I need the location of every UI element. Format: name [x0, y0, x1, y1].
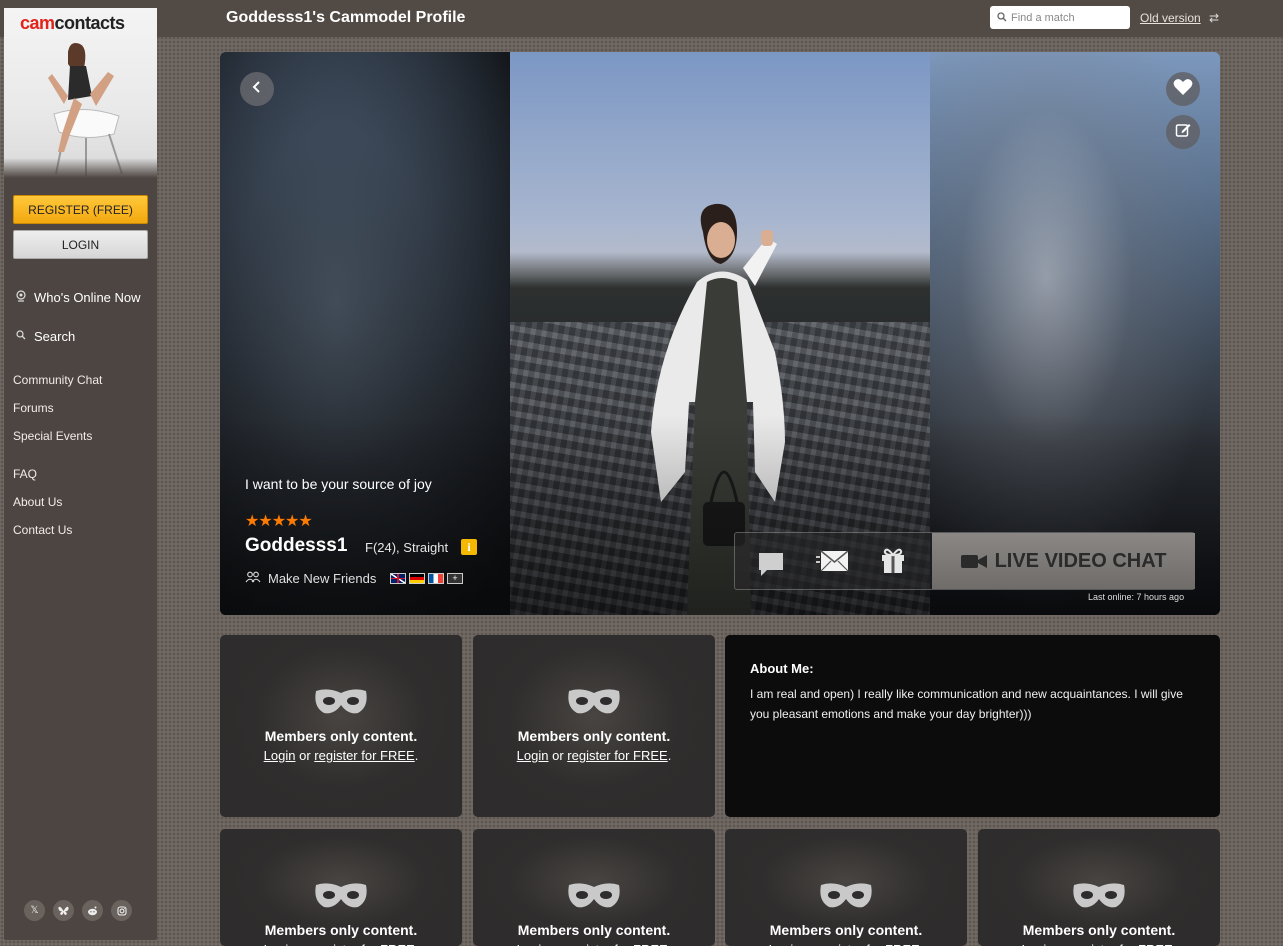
search-icon	[997, 9, 1007, 27]
register-link[interactable]: register for FREE	[819, 942, 919, 946]
old-version-link[interactable]: Old version	[1140, 11, 1201, 25]
nav-whos-online[interactable]: Who's Online Now	[16, 290, 141, 305]
sidebar: camcontacts REGISTER (FREE) LOGIN Who's …	[4, 8, 157, 940]
nav-search[interactable]: Search	[16, 329, 75, 344]
live-video-chat-label: LIVE VIDEO CHAT	[994, 549, 1167, 572]
people-icon	[245, 571, 261, 586]
nav-contact-us[interactable]: Contact Us	[13, 523, 72, 537]
login-button[interactable]: LOGIN	[13, 230, 148, 259]
top-header: Goddesss1's Cammodel Profile Old version…	[0, 0, 1283, 37]
edit-note-icon	[1175, 122, 1191, 143]
mask-icon	[819, 881, 873, 914]
profile-tagline: I want to be your source of joy	[245, 476, 432, 492]
members-only-title: Members only content.	[769, 922, 923, 938]
x-icon[interactable]: 𝕏	[24, 900, 45, 921]
members-only-card: Members only content. Login or register …	[725, 829, 967, 946]
looking-for: Make New Friends	[245, 571, 376, 586]
login-link[interactable]: Login	[1022, 942, 1054, 946]
members-only-title: Members only content.	[517, 922, 671, 938]
mask-icon	[567, 687, 621, 720]
info-icon[interactable]: i	[461, 539, 477, 555]
rating-stars: ★★★★★	[245, 513, 313, 530]
nav-about-us[interactable]: About Us	[13, 495, 62, 509]
more-languages-icon[interactable]: +	[447, 573, 463, 584]
reddit-icon[interactable]	[82, 900, 103, 921]
bluesky-icon[interactable]	[53, 900, 74, 921]
login-link[interactable]: Login	[769, 942, 801, 946]
members-only-card: Members only content. Login or register …	[978, 829, 1220, 946]
mask-icon	[1072, 881, 1126, 914]
members-only-sub: Login or register for FREE.	[516, 748, 672, 763]
register-link[interactable]: register for FREE	[314, 748, 414, 763]
about-me-title: About Me:	[750, 661, 814, 676]
login-link[interactable]: Login	[517, 942, 549, 946]
model-name: Goddesss1	[245, 535, 348, 556]
find-match-input[interactable]	[1011, 11, 1121, 24]
heart-icon	[1173, 78, 1193, 101]
register-link[interactable]: register for FREE	[1072, 942, 1172, 946]
model-demographics: F(24), Straight	[365, 540, 449, 555]
live-video-chat-button[interactable]: LIVE VIDEO CHAT	[932, 533, 1195, 589]
login-link[interactable]: Login	[517, 748, 549, 763]
register-free-button[interactable]: REGISTER (FREE)	[13, 195, 148, 224]
about-me-card: About Me: I am real and open) I really l…	[725, 635, 1220, 817]
login-link[interactable]: Login	[264, 748, 296, 763]
mask-icon	[314, 687, 368, 720]
members-only-card: Members only content. Login or register …	[220, 635, 462, 817]
email-icon[interactable]	[816, 549, 850, 578]
webcam-icon	[16, 290, 30, 305]
germany-flag	[409, 573, 425, 584]
members-only-card: Members only content. Login or register …	[473, 635, 715, 817]
instagram-icon[interactable]	[111, 900, 132, 921]
register-link[interactable]: register for FREE	[567, 942, 667, 946]
members-only-sub: Login or register for FREE.	[220, 942, 462, 946]
members-only-title: Members only content.	[517, 728, 671, 744]
action-bar: LIVE VIDEO CHAT	[734, 532, 1195, 590]
profile-hero: I want to be your source of joy ★★★★★ Go…	[220, 52, 1220, 615]
members-only-title: Members only content.	[264, 728, 418, 744]
mask-icon	[314, 881, 368, 914]
page-title: Goddesss1's Cammodel Profile	[226, 9, 466, 26]
chevron-left-icon	[252, 80, 262, 99]
nav-whos-online-label: Who's Online Now	[34, 290, 141, 305]
members-only-card: Members only content. Login or register …	[220, 829, 462, 946]
members-only-sub: Login or register for FREE.	[263, 748, 419, 763]
members-only-sub: Login or register for FREE.	[473, 942, 715, 946]
language-flags: +	[390, 573, 463, 584]
france-flag	[428, 573, 444, 584]
search-icon	[16, 330, 30, 343]
about-me-text: I am real and open) I really like commun…	[750, 687, 1183, 721]
register-link[interactable]: register for FREE	[567, 748, 667, 763]
uk-flag	[390, 573, 406, 584]
looking-for-label: Make New Friends	[268, 571, 377, 586]
logo-model-image	[34, 34, 134, 178]
social-links: 𝕏	[24, 900, 132, 921]
camcontacts-logo[interactable]: camcontacts	[20, 13, 125, 34]
chat-bubble-icon[interactable]	[757, 551, 785, 582]
nav-forums[interactable]: Forums	[13, 401, 54, 415]
nav-search-label: Search	[34, 329, 76, 344]
swap-arrows-icon[interactable]: ⇄	[1209, 11, 1219, 25]
gift-icon[interactable]	[880, 546, 906, 579]
nav-special-events[interactable]: Special Events	[13, 429, 92, 443]
members-only-title: Members only content.	[1022, 922, 1176, 938]
logo-banner[interactable]: camcontacts	[4, 8, 157, 178]
previous-photo-button[interactable]	[240, 72, 274, 106]
members-only-sub: Login or register for FREE.	[978, 942, 1220, 946]
nav-community-chat[interactable]: Community Chat	[13, 373, 102, 387]
members-only-card: Members only content. Login or register …	[473, 829, 715, 946]
mask-icon	[567, 881, 621, 914]
members-only-sub: Login or register for FREE.	[725, 942, 967, 946]
favorite-button[interactable]	[1166, 72, 1200, 106]
video-camera-icon	[960, 554, 987, 569]
find-match-search[interactable]	[990, 6, 1130, 29]
members-only-title: Members only content.	[264, 922, 418, 938]
note-button[interactable]	[1166, 115, 1200, 149]
last-online-status: Last online: 7 hours ago	[1088, 592, 1185, 602]
login-link[interactable]: Login	[264, 942, 296, 946]
register-link[interactable]: register for FREE	[314, 942, 414, 946]
nav-faq[interactable]: FAQ	[13, 467, 37, 481]
